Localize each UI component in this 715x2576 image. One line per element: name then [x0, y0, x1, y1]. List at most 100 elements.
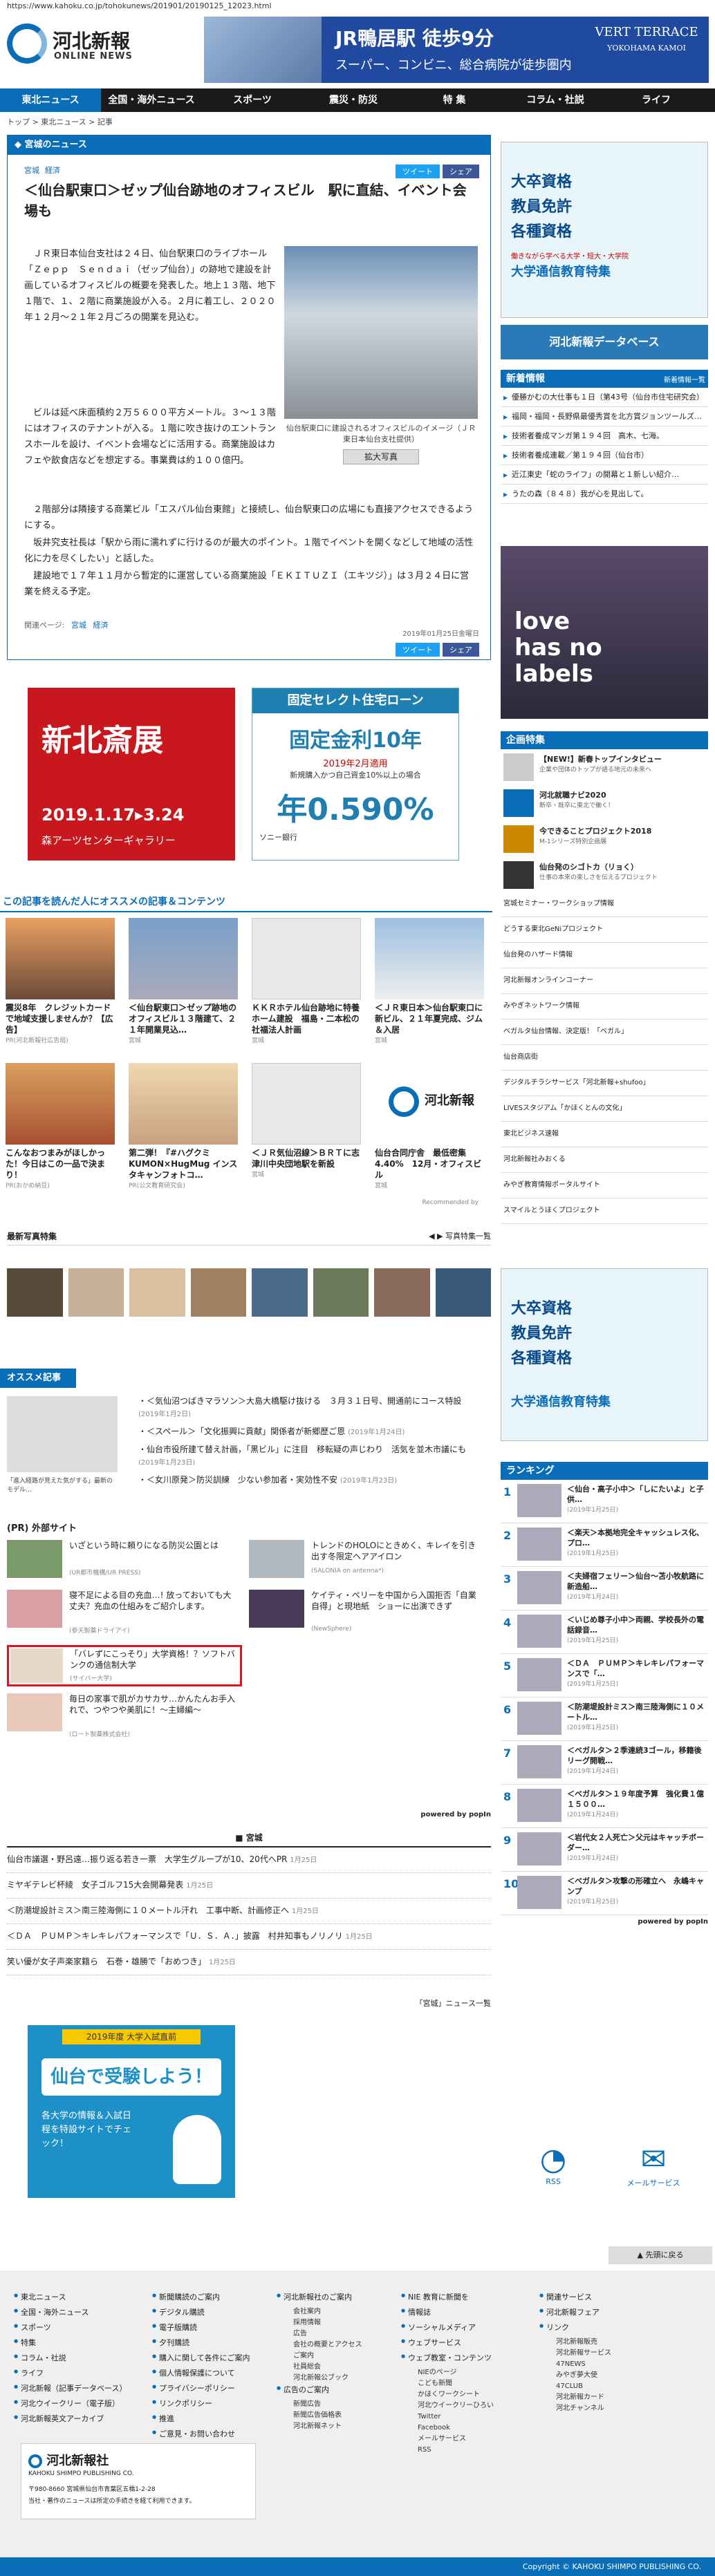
- footer-link[interactable]: ウェブ教室・コンテンツ: [401, 2352, 532, 2363]
- footer-link[interactable]: 個人情報保護について: [152, 2367, 284, 2378]
- news-info-item[interactable]: うたの森（８４８）我が心を見出して。: [501, 485, 708, 504]
- footer-sublink[interactable]: メールサービス: [401, 2434, 532, 2445]
- facebook-share-button[interactable]: シェア: [443, 164, 479, 178]
- footer-sublink[interactable]: 新聞広告価格表: [277, 2410, 408, 2421]
- footer-sublink[interactable]: NIEのページ: [401, 2367, 532, 2378]
- ranking-item[interactable]: 1 ＜仙台・高子小中＞「しにたいよ」と子供… (2019年1月25日): [501, 1480, 708, 1523]
- footer-link[interactable]: 夕刊購読: [152, 2337, 284, 2348]
- osusume-item[interactable]: ・仙台市役所建て替え計画，「黒ビル」に注目 移転疑の声じわり 活気を並木市議にも…: [138, 1443, 484, 1469]
- photo-thumb[interactable]: [7, 1268, 63, 1317]
- breadcrumb[interactable]: トップ > 東北ニュース > 記事: [7, 116, 113, 127]
- footer-sublink[interactable]: Twitter: [401, 2412, 532, 2423]
- footer-link[interactable]: リンク: [539, 2322, 671, 2333]
- footer-link[interactable]: コラム・社説: [14, 2352, 145, 2363]
- news-info-item[interactable]: 技術者養成連載／第１９４回（仙台市）: [501, 446, 708, 465]
- corp-item[interactable]: 今できることプロジェクト2018 M-1シリーズ特別企画展: [501, 821, 708, 857]
- reco-item[interactable]: 河北新報 仙台合同庁舎 最低密集4.40% 12月・オフィスビル 宮城: [375, 1063, 484, 1190]
- footer-sublink[interactable]: かほくワークシート: [401, 2389, 532, 2400]
- photo-thumb[interactable]: [190, 1268, 246, 1317]
- ranking-item[interactable]: 2 ＜楽天＞本拠地完全キャッシュレス化、プロ… (2019年1月25日): [501, 1523, 708, 1567]
- reco-item[interactable]: こんなおつまみがほしかった！今日はこの一品で決まり！ PR(おかめ納豆): [6, 1063, 115, 1190]
- photo-thumb[interactable]: [252, 1268, 308, 1317]
- sony-bank-ad[interactable]: 固定セレクト住宅ローン 固定金利10年 2019年2月適用 新規購入かつ自己資金…: [252, 688, 459, 861]
- tag-miyagi[interactable]: 宮城: [24, 166, 39, 175]
- link-item[interactable]: 東北ビジネス速報: [501, 1122, 708, 1147]
- page-top-button[interactable]: ▲ 先頭に戻る: [609, 2246, 712, 2264]
- photo-thumb[interactable]: [129, 1268, 185, 1317]
- osusume-item[interactable]: ・＜気仙沼つばきマラソン＞大島大橋駆け抜ける ３月３１日号、開通前にコース特設 …: [138, 1395, 484, 1421]
- footer-link[interactable]: 推進: [152, 2413, 284, 2424]
- footer-link[interactable]: 河北ウイークリー（電子版）: [14, 2398, 145, 2409]
- osusume-item[interactable]: ・＜スペール＞「文化振興に貢献」関係者が新郷歴ご恩 (2019年1月24日): [138, 1425, 484, 1439]
- tag-economy[interactable]: 経済: [45, 166, 60, 175]
- miyagi-news-more[interactable]: 「宮城」ニュース一覧: [416, 1997, 491, 2009]
- related-miyagi[interactable]: 宮城: [71, 621, 86, 630]
- link-item[interactable]: デジタルチラシサービス「河北新報+shufoo」: [501, 1071, 708, 1096]
- miyagi-news-item[interactable]: 仙台市議選・野呂遠…振り返る若き一票 大学生グループが10、20代へPR 1月2…: [7, 1848, 491, 1873]
- footer-sublink[interactable]: 河北新報販売: [539, 2337, 671, 2348]
- database-banner[interactable]: 河北新報データベース: [501, 325, 708, 359]
- footer-sublink[interactable]: 河北新報ネット: [277, 2421, 408, 2432]
- recommended-by[interactable]: Recommended by: [423, 1199, 479, 1206]
- miyagi-news-item[interactable]: ミヤギテレビ杯綾 女子ゴルフ15大会開幕発表 1月25日: [7, 1873, 491, 1899]
- right-yahoo-ad-2[interactable]: 大卒資格 教員免許 各種資格 大学通信教育特集: [501, 1268, 708, 1441]
- news-info-item[interactable]: 近江東史「蛇のライフ」の開幕と１新しい紹介…: [501, 465, 708, 485]
- photo-thumb[interactable]: [374, 1268, 430, 1317]
- link-item[interactable]: 河北新報社みおくる: [501, 1147, 708, 1173]
- footer-link[interactable]: 情報誌: [401, 2306, 532, 2318]
- footer-link[interactable]: 全国・海外ニュース: [14, 2306, 145, 2318]
- footer-sublink[interactable]: 47CLUB: [539, 2381, 671, 2392]
- footer-sublink[interactable]: 会社案内: [277, 2306, 408, 2318]
- footer-sublink[interactable]: 河北ウイークリーひろい: [401, 2400, 532, 2412]
- osusume-item[interactable]: ・＜女川原発＞防災訓練 少ない参加者・実効性不安 (2019年1月23日): [138, 1474, 484, 1487]
- footer-link[interactable]: ライフ: [14, 2367, 145, 2378]
- footer-sublink[interactable]: 新聞広告: [277, 2399, 408, 2410]
- tweet-button[interactable]: ツイート: [396, 164, 440, 178]
- reco-item[interactable]: ＜ＪＲ東日本＞仙台駅東口に新ビル、２１年夏完成、ジム＆入居 宮城: [375, 918, 484, 1044]
- nav-tohoku[interactable]: 東北ニュース: [0, 88, 101, 112]
- link-item[interactable]: どうする東北GeNiプロジェクト: [501, 917, 708, 943]
- reco-item[interactable]: ＫＫＲホテル仙台跡地に特養ホーム建設 福島・二本松の社福法人計画 宮城: [252, 918, 361, 1044]
- enlarge-photo-button[interactable]: 拡大写真: [343, 449, 419, 464]
- link-item[interactable]: LIVESスタジアム「かほくとんの文化」: [501, 1096, 708, 1122]
- link-item[interactable]: ベガルタ仙台情報、決定版！「ベガル」: [501, 1019, 708, 1045]
- news-info-item[interactable]: 技術者養成マンガ第１９４回 高木、七海。: [501, 426, 708, 446]
- footer-link[interactable]: 河北新報社のご案内: [277, 2291, 408, 2302]
- link-item[interactable]: みやぎネットワーク情報: [501, 994, 708, 1019]
- footer-sublink[interactable]: Facebook: [401, 2423, 532, 2434]
- site-logo[interactable]: 河北新報 ONLINE NEWS: [7, 21, 152, 69]
- ranking-item[interactable]: 9 ＜岩代女２人死亡＞父元はキャッチボーダー… (2019年1月24日): [501, 1828, 708, 1872]
- footer-sublink[interactable]: 広告: [277, 2329, 408, 2340]
- news-info-item[interactable]: 福岡・福岡・長野県最優秀賞を北方賞ジョンツールズ…: [501, 407, 708, 426]
- pr-item[interactable]: ケイティ・ペリーを中国から入国拒否「自業自得」と現地紙 ショーに出演できず (Ne…: [249, 1590, 484, 1638]
- right-ad-photo[interactable]: love has no labels: [501, 546, 708, 719]
- tweet-button-bottom[interactable]: ツイート: [396, 643, 440, 657]
- footer-link[interactable]: ウェブサービス: [401, 2337, 532, 2348]
- footer-sublink[interactable]: 採用情報: [277, 2318, 408, 2329]
- pr-item[interactable]: トレンドのHOLOにときめく、キレイを引き出す冬限定ヘアアイロン (SALONIA…: [249, 1540, 484, 1581]
- footer-link[interactable]: 河北新報英文アーカイブ: [14, 2413, 145, 2424]
- reco-item[interactable]: ＜仙台駅東口＞ゼップ跡地のオフィスビル１３階建て、２１年開業見込… 宮城: [129, 918, 238, 1044]
- ranking-powered[interactable]: powered by popIn: [501, 1918, 708, 1926]
- rss-link[interactable]: ◔ RSS: [526, 2143, 581, 2187]
- mail-service-link[interactable]: ✉ メールサービス: [615, 2143, 691, 2188]
- footer-link[interactable]: 電子版購読: [152, 2322, 284, 2333]
- footer-sublink[interactable]: こども新聞: [401, 2378, 532, 2389]
- hokusai-ad[interactable]: 新北斎展 2019.1.17▸3.24 森アーツセンターギャラリー: [28, 688, 235, 861]
- reco-item[interactable]: 第二弾！『#ハグクミ KUMON×HugMug インスタキャンフォトコ… PR(公…: [129, 1063, 238, 1190]
- ranking-item[interactable]: 7 ＜ベガルタ＞２季連続3ゴール，移籍後リーグ開戦… (2019年1月24日): [501, 1741, 708, 1785]
- nav-column[interactable]: コラム・社説: [505, 88, 606, 112]
- footer-sublink[interactable]: 河北チャンネル: [539, 2403, 671, 2414]
- link-item[interactable]: みやぎ教育情報ポータルサイト: [501, 1173, 708, 1198]
- ranking-item[interactable]: 10 ＜ベガルタ＞攻撃の形確立へ 永嶋キャンプ (2019年1月25日): [501, 1872, 708, 1915]
- news-info-item[interactable]: 優勝かむの大仕事も１日（第43号（仙台市住宅研究会）: [501, 388, 708, 407]
- ranking-item[interactable]: 8 ＜ベガルタ＞１９年度予算 強化費１億１５００… (2019年1月24日): [501, 1785, 708, 1828]
- footer-link[interactable]: スポーツ: [14, 2322, 145, 2333]
- photo-feature-more[interactable]: ◀ ▶ 写真特集一覧: [429, 1230, 491, 1241]
- corp-item[interactable]: 【NEW!】新春トップインタビュー 企業や団体のトップが語る地元の未来へ: [501, 749, 708, 785]
- miyagi-news-item[interactable]: ＜防潮堤設計ミス＞南三陸海側に１０メートル汗れ 工事中断、計画修正へ 1月25日: [7, 1899, 491, 1924]
- facebook-share-button-bottom[interactable]: シェア: [443, 643, 479, 657]
- corp-item[interactable]: 仙台発のシゴトカ（リョく） 仕事の本来の楽しさを伝えるプロジェクト: [501, 857, 708, 893]
- top-banner-ad[interactable]: JR鴨居駅 徒歩9分 スーパー、コンビニ、総合病院が徒歩圏内 VERT TERR…: [204, 17, 709, 83]
- news-info-more[interactable]: 新着情報一覧: [664, 374, 705, 384]
